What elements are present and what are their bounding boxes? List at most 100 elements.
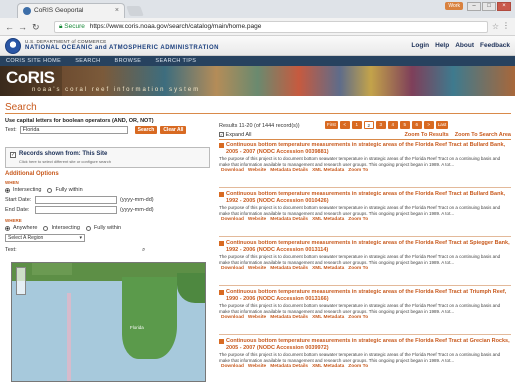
result-separator bbox=[219, 285, 511, 286]
address-bar-row: ← → ↻ 🔒︎ Secure https://www.coris.noaa.g… bbox=[0, 18, 515, 36]
agency-text: NATIONAL OCEANIC and ATMOSPHERIC ADMINIS… bbox=[25, 45, 219, 51]
pager-page-1[interactable]: 1 bbox=[351, 121, 362, 129]
pager-last[interactable]: Last bbox=[435, 121, 449, 129]
browser-tab-bar: CoRIS Geoportal × Work – □ × bbox=[0, 0, 515, 18]
result-title[interactable]: Continuous bottom temperature measuremen… bbox=[219, 289, 511, 302]
result-description: The purpose of this project is to docume… bbox=[219, 352, 501, 363]
region-row: Select A Region bbox=[5, 234, 85, 242]
page-root: CoRIS Geoportal × Work – □ × ← → ↻ 🔒︎ Se… bbox=[0, 0, 515, 384]
zoom-to-search-area-link[interactable]: Zoom To Search Area bbox=[455, 132, 511, 138]
boolean-hint: Use capital letters for boolean operator… bbox=[5, 118, 154, 124]
metadata-details-link[interactable]: Metadata Details bbox=[270, 168, 308, 173]
forward-arrow-icon[interactable]: → bbox=[18, 22, 27, 32]
where-anywhere-radio[interactable] bbox=[5, 225, 10, 231]
browser-menu-icon[interactable]: ⋮ bbox=[502, 21, 510, 30]
start-date-input[interactable] bbox=[35, 196, 117, 204]
bookmark-star-icon[interactable]: ☆ bbox=[492, 22, 499, 31]
result-title[interactable]: Continuous bottom temperature measuremen… bbox=[219, 240, 511, 253]
binoculars-icon[interactable]: ⌕ bbox=[142, 247, 145, 254]
zoom-to-link[interactable]: Zoom To bbox=[348, 168, 368, 173]
download-link[interactable]: Download bbox=[221, 217, 244, 222]
nav-home[interactable]: CORIS SITE HOME bbox=[6, 56, 61, 66]
reload-icon[interactable]: ↻ bbox=[32, 22, 40, 32]
login-link[interactable]: Login bbox=[411, 42, 429, 49]
tab-close-icon[interactable]: × bbox=[115, 4, 119, 17]
search-map[interactable]: Florida bbox=[11, 262, 206, 382]
records-source-box[interactable]: ✓ Records shown from: This Site Click he… bbox=[5, 147, 210, 168]
when-intersecting-label: Intersecting bbox=[13, 187, 42, 193]
pager-first[interactable]: First bbox=[325, 121, 338, 129]
pager-page-5[interactable]: 5 bbox=[399, 121, 410, 129]
map-text-row: Text: ⌕ bbox=[5, 247, 210, 254]
search-input[interactable]: Florida bbox=[19, 126, 128, 134]
about-link[interactable]: About bbox=[455, 42, 474, 49]
url-input[interactable]: 🔒︎ Secure https://www.coris.noaa.gov/sea… bbox=[54, 21, 488, 33]
zoom-to-link[interactable]: Zoom To bbox=[348, 217, 368, 222]
records-subtitle[interactable]: Click here to select different site or c… bbox=[19, 159, 111, 164]
noaa-logo-icon[interactable] bbox=[5, 38, 21, 54]
map-zoom-control[interactable] bbox=[16, 267, 26, 295]
browser-tab[interactable]: CoRIS Geoportal × bbox=[17, 3, 125, 18]
map-land-east bbox=[177, 273, 205, 303]
zoom-to-results-link[interactable]: Zoom To Results bbox=[405, 132, 449, 138]
nav-browse[interactable]: BROWSE bbox=[115, 56, 142, 66]
xml-metadata-link[interactable]: XML Metadata bbox=[312, 315, 344, 320]
metadata-details-link[interactable]: Metadata Details bbox=[270, 217, 308, 222]
result-title[interactable]: Continuous bottom temperature measuremen… bbox=[219, 191, 511, 204]
clear-all-button[interactable]: Clear All bbox=[160, 126, 187, 134]
window-close-icon[interactable]: × bbox=[497, 2, 511, 11]
new-tab-button[interactable] bbox=[126, 6, 144, 16]
pager-page-2[interactable]: 2 bbox=[363, 121, 374, 129]
pager-page-3[interactable]: 3 bbox=[375, 121, 386, 129]
metadata-details-link[interactable]: Metadata Details bbox=[270, 364, 308, 369]
maximize-icon[interactable]: □ bbox=[482, 2, 496, 11]
pager-page-4[interactable]: 4 bbox=[387, 121, 398, 129]
profile-badge[interactable]: Work bbox=[445, 2, 463, 10]
pager-page-6[interactable]: 6 bbox=[411, 121, 422, 129]
download-link[interactable]: Download bbox=[221, 168, 244, 173]
minimize-icon[interactable]: – bbox=[467, 2, 481, 11]
expand-all-checkbox[interactable]: ✓ bbox=[219, 132, 224, 138]
when-intersecting-radio[interactable] bbox=[5, 187, 10, 193]
xml-metadata-link[interactable]: XML Metadata bbox=[312, 364, 344, 369]
website-link[interactable]: Website bbox=[248, 217, 266, 222]
help-link[interactable]: Help bbox=[435, 42, 449, 49]
when-fully-within-label: Fully within bbox=[55, 187, 83, 193]
region-select[interactable]: Select A Region bbox=[5, 234, 85, 242]
xml-metadata-link[interactable]: XML Metadata bbox=[312, 168, 344, 173]
zoom-to-link[interactable]: Zoom To bbox=[348, 364, 368, 369]
xml-metadata-link[interactable]: XML Metadata bbox=[312, 266, 344, 271]
expand-all[interactable]: ✓ Expand All bbox=[219, 132, 252, 138]
records-title: Records shown from: This Site bbox=[19, 151, 108, 157]
result-title[interactable]: Continuous bottom temperature measuremen… bbox=[219, 142, 511, 155]
when-fully-within-radio[interactable] bbox=[47, 187, 53, 193]
where-intersecting-radio[interactable] bbox=[43, 225, 49, 231]
nav-search-tips[interactable]: SEARCH TIPS bbox=[155, 56, 196, 66]
result-description: The purpose of this project is to docume… bbox=[219, 156, 501, 167]
back-arrow-icon[interactable]: ← bbox=[5, 22, 14, 32]
map-florida-label: Florida bbox=[130, 325, 144, 330]
website-link[interactable]: Website bbox=[248, 315, 266, 320]
pager-next[interactable]: > bbox=[423, 121, 434, 129]
metadata-details-link[interactable]: Metadata Details bbox=[270, 266, 308, 271]
feedback-link[interactable]: Feedback bbox=[480, 42, 510, 49]
result-title[interactable]: Continuous bottom temperature measuremen… bbox=[219, 338, 511, 351]
results-summary: Results 11-20 (of 1444 record(s)) bbox=[219, 123, 300, 129]
records-checkbox[interactable]: ✓ bbox=[10, 152, 16, 158]
download-link[interactable]: Download bbox=[221, 266, 244, 271]
website-link[interactable]: Website bbox=[248, 364, 266, 369]
zoom-to-link[interactable]: Zoom To bbox=[348, 266, 368, 271]
website-link[interactable]: Website bbox=[248, 168, 266, 173]
website-link[interactable]: Website bbox=[248, 266, 266, 271]
metadata-details-link[interactable]: Metadata Details bbox=[270, 315, 308, 320]
where-fully-within-radio[interactable] bbox=[85, 225, 91, 231]
xml-metadata-link[interactable]: XML Metadata bbox=[312, 217, 344, 222]
download-link[interactable]: Download bbox=[221, 364, 244, 369]
zoom-to-link[interactable]: Zoom To bbox=[348, 315, 368, 320]
end-date-input[interactable] bbox=[35, 206, 117, 214]
pager-prev[interactable]: < bbox=[339, 121, 350, 129]
search-button[interactable]: Search bbox=[134, 126, 158, 134]
tab-title: CoRIS Geoportal bbox=[34, 7, 84, 14]
nav-search[interactable]: SEARCH bbox=[75, 56, 100, 66]
download-link[interactable]: Download bbox=[221, 315, 244, 320]
